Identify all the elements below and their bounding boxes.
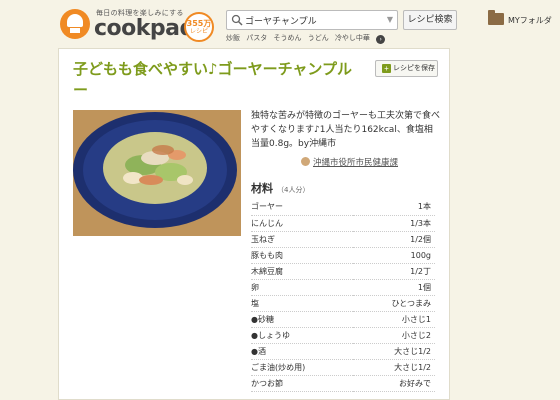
ingredient-row: ごま油(炒め用) 大さじ1/2 [251, 359, 435, 376]
ingredient-qty: 100g [353, 247, 435, 264]
ingredient-qty: ひとつまみ [353, 295, 435, 312]
ingredient-row: ●砂糖 小さじ1 [251, 311, 435, 328]
ingredient-row: ゴーヤー 1本 [251, 199, 435, 216]
search-icon [231, 14, 243, 26]
ingredient-name: 塩 [251, 295, 354, 312]
ingredient-row: 玉ねぎ 1/2個 [251, 231, 435, 248]
ingredient-qty: 1/2丁 [353, 263, 435, 280]
ingredient-name: かつお節 [251, 375, 354, 392]
ingredient-qty: 小さじ2 [353, 327, 435, 344]
author-avatar-icon [301, 157, 310, 166]
ingredient-name: ●しょうゆ [251, 327, 354, 344]
ingredient-row: 豚もも肉 100g [251, 247, 435, 264]
ingredient-row: かつお節 お好みで [251, 375, 435, 392]
recipe-count: 355万 [186, 19, 212, 28]
ingredient-qty: 大さじ1/2 [353, 343, 435, 360]
brand-wordmark: cookpad [94, 16, 195, 41]
keyword-link[interactable]: 冷やし中華 [335, 34, 370, 42]
keyword-link[interactable]: そうめん [273, 34, 301, 42]
ingredient-name: ●砂糖 [251, 311, 354, 328]
myfolder-link[interactable]: MYフォルダ [488, 10, 552, 26]
ingredient-row: にんじん 1/3本 [251, 215, 435, 232]
ingredient-name: 卵 [251, 279, 354, 296]
ingredient-row: 木綿豆腐 1/2丁 [251, 263, 435, 280]
author-name: 沖縄市役所市民健康課 [313, 158, 399, 168]
ingredient-row: 卵 1個 [251, 279, 435, 296]
folder-icon [488, 10, 504, 25]
recipe-card: 子どもも食べやすい♪ゴーヤーチャンプルー + レシピを保存 独特な苦みが特徴のゴー… [58, 48, 450, 400]
chef-hat-icon [60, 9, 90, 39]
keyword-link[interactable]: 炒飯 [226, 34, 240, 42]
ingredient-name: 豚もも肉 [251, 247, 354, 264]
recipe-count-badge: 355万 レシピ [184, 12, 214, 42]
search-input[interactable] [245, 12, 385, 28]
ingredient-qty: お好みで [353, 375, 435, 392]
chevron-right-icon[interactable]: › [376, 35, 386, 44]
servings: （4人分） [277, 186, 310, 194]
ingredient-qty: 1本 [353, 199, 435, 216]
ingredient-qty: 1/3本 [353, 215, 435, 232]
ingredient-name: 木綿豆腐 [251, 263, 354, 280]
plus-icon: + [382, 64, 391, 73]
ingredient-qty: 小さじ1 [353, 311, 435, 328]
recipe-title: 子どもも食べやすい♪ゴーヤーチャンプルー [73, 60, 352, 99]
ingredients-table: ゴーヤー 1本 にんじん 1/3本 玉ねぎ 1/2個 豚もも肉 100g 木綿豆腐 1/2… [251, 199, 435, 392]
ingredient-name: ●酒 [251, 343, 354, 360]
keyword-link[interactable]: うどん [308, 34, 329, 42]
recipe-search-button[interactable]: レシピ検索 [403, 10, 457, 30]
author-link[interactable]: 沖縄市役所市民健康課 [301, 156, 398, 168]
keyword-link[interactable]: パスタ [246, 34, 267, 42]
ingredient-qty: 大さじ1/2 [353, 359, 435, 376]
ingredient-qty: 1/2個 [353, 231, 435, 248]
recipe-photo[interactable] [73, 110, 241, 236]
myfolder-label: MYフォルダ [508, 16, 552, 25]
search-history-dropdown-icon[interactable]: ▼ [387, 15, 393, 24]
dish-image [73, 110, 241, 236]
ingredient-name: 玉ねぎ [251, 231, 354, 248]
recipe-count-unit: レシピ [189, 28, 208, 35]
cookpad-logo[interactable]: 毎日の料理を楽しみにする cookpad 355万 レシピ [58, 7, 218, 45]
popular-keywords: 炒飯 パスタ そうめん うどん 冷やし中華 › [226, 33, 389, 44]
ingredients-heading: 材料 （4人分） [251, 180, 309, 196]
search-box: ▼ [226, 10, 398, 30]
ingredient-name: ごま油(炒め用) [251, 359, 354, 376]
save-recipe-button[interactable]: + レシピを保存 [375, 60, 438, 77]
save-recipe-label: レシピを保存 [393, 65, 435, 72]
ingredient-name: ゴーヤー [251, 199, 354, 216]
ingredient-name: にんじん [251, 215, 354, 232]
ingredient-row: ●酒 大さじ1/2 [251, 343, 435, 360]
site-header: 毎日の料理を楽しみにする cookpad 355万 レシピ ▼ レシピ検索 炒飯… [0, 0, 560, 48]
ingredient-row: 塩ひとつまみ [251, 295, 435, 312]
ingredient-row: ●しょうゆ 小さじ2 [251, 327, 435, 344]
ingredient-qty: 1個 [353, 279, 435, 296]
recipe-description: 独特な苦みが特徴のゴーヤーも工夫次第で食べやすくなります♪1人当たり162kca… [251, 111, 441, 149]
ingredients-title: 材料 [251, 182, 273, 195]
